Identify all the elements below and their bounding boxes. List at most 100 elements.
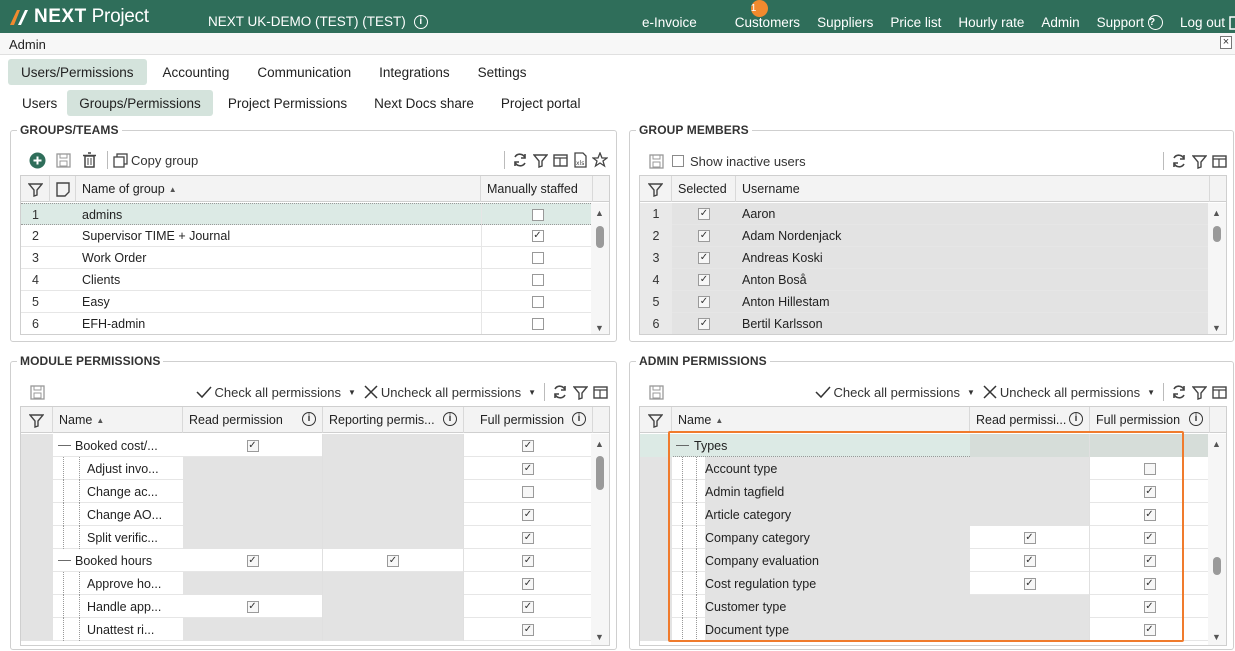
column-full-permission[interactable]: Full permission i [1090,407,1210,433]
scroll-down-icon[interactable]: ▼ [1212,323,1221,333]
scroll-thumb[interactable] [1213,557,1221,575]
filter-icon[interactable] [640,407,672,433]
table-row[interactable]: Handle app... [21,595,593,618]
columns-icon[interactable] [550,150,570,170]
scroll-thumb[interactable] [596,456,604,490]
selected-checkbox[interactable] [698,296,710,308]
manually-staffed-checkbox[interactable] [531,209,544,221]
filter-icon[interactable] [570,382,590,402]
manually-staffed-checkbox[interactable] [531,318,544,330]
permission-checkbox[interactable] [522,485,534,498]
scroll-up-icon[interactable]: ▲ [1212,208,1221,218]
table-row[interactable]: 5 Easy [21,291,593,313]
scroll-down-icon[interactable]: ▼ [595,323,604,333]
tab-integrations[interactable]: Integrations [367,59,462,85]
nav-suppliers[interactable]: Suppliers [817,14,873,31]
permission-checkbox[interactable] [387,554,399,567]
table-row[interactable]: 2 Adam Nordenjack [640,225,1210,247]
tab-next-docs-share[interactable]: Next Docs share [362,90,486,116]
filter-icon[interactable] [21,176,50,202]
column-read-permission[interactable]: Read permissi... i [970,407,1090,433]
permission-checkbox[interactable] [522,508,534,521]
column-username[interactable]: Username [736,176,1210,202]
brand-logo[interactable]: NEXT Project [8,6,149,28]
table-row[interactable]: Change ac... [21,480,593,503]
members-scrollbar[interactable]: ▲ ▼ [1208,203,1226,334]
selected-checkbox[interactable] [698,230,710,242]
table-row[interactable]: 4 Clients [21,269,593,291]
permission-checkbox[interactable] [522,600,534,613]
tab-communication[interactable]: Communication [245,59,363,85]
nav-log-out[interactable]: Log out [1180,14,1235,31]
checkbox[interactable] [672,155,684,167]
admin-scrollbar[interactable]: ▲ ▼ [1208,434,1226,645]
nav-price-list[interactable]: Price list [890,14,941,31]
tab-groups-permissions[interactable]: Groups/Permissions [67,90,213,116]
permission-checkbox[interactable] [246,439,259,452]
nav-customers[interactable]: Customers [735,14,800,31]
show-inactive-users-checkbox[interactable]: Show inactive users [672,154,806,169]
permission-checkbox[interactable] [522,531,534,544]
selected-checkbox[interactable] [698,318,710,330]
scroll-up-icon[interactable]: ▲ [595,208,604,218]
check-all-permissions-button[interactable]: Check all permissions ▼ [815,385,975,400]
refresh-icon[interactable] [1169,382,1189,402]
info-icon[interactable]: i [302,412,316,426]
selected-checkbox[interactable] [698,208,710,220]
excel-export-icon[interactable]: xls [570,150,590,170]
refresh-icon[interactable] [550,382,570,402]
collapse-icon[interactable]: — [58,437,71,452]
columns-icon[interactable] [590,382,610,402]
column-name[interactable]: Name ▲ [672,407,970,433]
manually-staffed-checkbox[interactable] [531,296,544,308]
save-icon[interactable] [646,382,666,402]
add-icon[interactable] [27,150,47,170]
table-row[interactable]: 3 Work Order [21,247,593,269]
close-icon[interactable]: × [1220,36,1232,49]
star-icon[interactable] [590,150,610,170]
columns-icon[interactable] [1209,151,1229,171]
column-name-of-group[interactable]: Name of group ▲ [76,176,481,202]
save-icon[interactable] [27,382,47,402]
permission-checkbox[interactable] [522,623,534,636]
table-row[interactable]: Split verific... [21,526,593,549]
permission-checkbox[interactable] [522,462,534,475]
table-row[interactable]: Approve ho... [21,572,593,595]
info-icon[interactable]: i [1189,412,1203,426]
table-row[interactable]: Change AO... [21,503,593,526]
note-icon[interactable] [50,176,76,202]
table-row[interactable]: — Booked hours [21,549,593,572]
filter-icon[interactable] [1189,382,1209,402]
table-row[interactable]: 5 Anton Hillestam [640,291,1210,313]
info-icon[interactable]: i [413,14,428,29]
nav-hourly-rate[interactable]: Hourly rate [958,14,1024,31]
filter-icon[interactable] [1189,151,1209,171]
manually-staffed-checkbox[interactable] [531,252,544,264]
scroll-up-icon[interactable]: ▲ [595,439,604,449]
manually-staffed-checkbox[interactable] [531,230,544,242]
tab-project-permissions[interactable]: Project Permissions [216,90,359,116]
tab-users-permissions[interactable]: Users/Permissions [8,59,147,85]
groups-scrollbar[interactable]: ▲ ▼ [591,203,609,334]
column-manually-staffed[interactable]: Manually staffed [481,176,593,202]
table-row[interactable]: 4 Anton Boså [640,269,1210,291]
tab-accounting[interactable]: Accounting [151,59,242,85]
refresh-icon[interactable] [1169,151,1189,171]
tab-users[interactable]: Users [12,90,67,116]
permission-checkbox[interactable] [522,439,534,452]
uncheck-all-permissions-button[interactable]: Uncheck all permissions ▼ [983,385,1155,400]
collapse-icon[interactable]: — [58,552,71,567]
filter-icon[interactable] [530,150,550,170]
nav-admin[interactable]: Admin [1041,14,1079,31]
scroll-thumb[interactable] [596,226,604,248]
column-name[interactable]: Name ▲ [53,407,183,433]
save-icon[interactable] [646,151,666,171]
table-row[interactable]: 6 EFH-admin [21,313,593,334]
permission-checkbox[interactable] [522,554,534,567]
table-row[interactable]: 1 Aaron [640,203,1210,225]
tab-project-portal[interactable]: Project portal [489,90,593,116]
scroll-thumb[interactable] [1213,226,1221,242]
scroll-up-icon[interactable]: ▲ [1212,439,1221,449]
nav-e-invoice[interactable]: e-Invoice 1 [642,0,768,31]
table-row[interactable]: 2 Supervisor TIME + Journal [21,225,593,247]
